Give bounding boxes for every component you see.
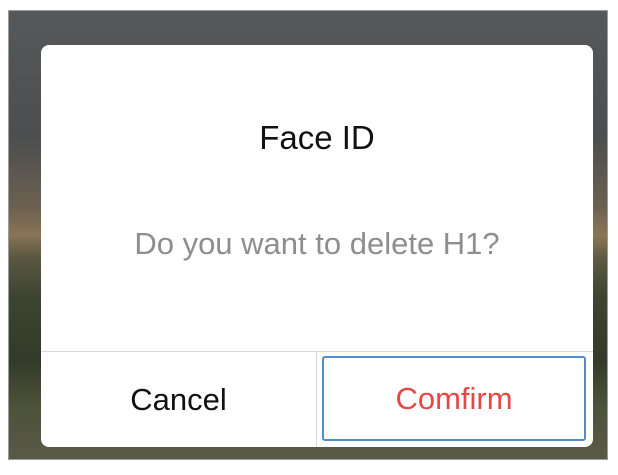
- confirm-dialog: Face ID Do you want to delete H1? Cancel…: [41, 45, 593, 447]
- cancel-button[interactable]: Cancel: [41, 352, 316, 447]
- button-divider-vertical: [316, 351, 317, 447]
- confirm-button[interactable]: Comfirm: [322, 356, 586, 441]
- dialog-message: Do you want to delete H1?: [134, 226, 500, 261]
- screen-frame: Face ID Do you want to delete H1? Cancel…: [8, 10, 608, 460]
- dialog-title: Face ID: [259, 119, 375, 156]
